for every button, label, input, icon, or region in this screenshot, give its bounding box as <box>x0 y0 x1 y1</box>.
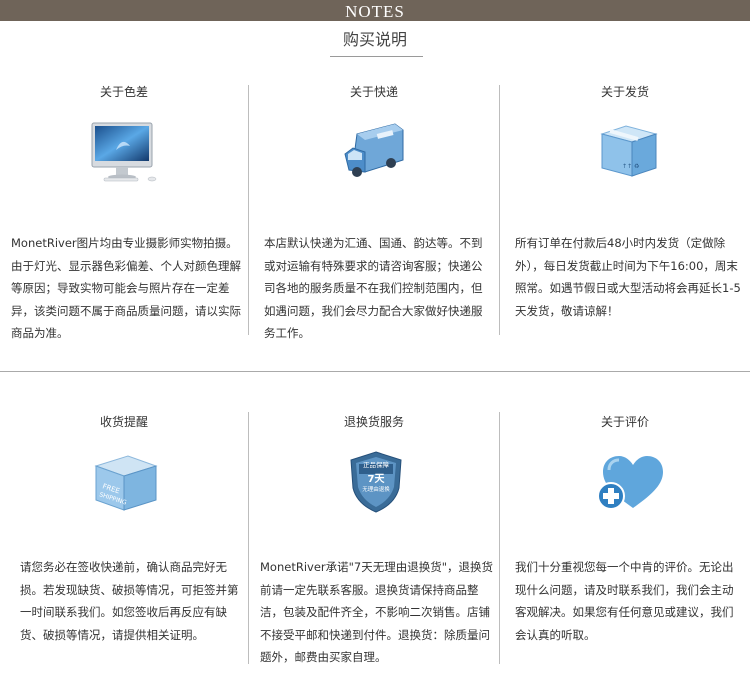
note-returns: 退换货服务 正品保障 7天 无理由退换 MonetRiver承诺"7天无理由退换… <box>249 372 499 696</box>
monitor-icon <box>90 120 162 188</box>
note-express: 关于快递 本店默认快递为汇通、国通、韵达等。不到或对运输有特殊要求的请咨询客服；… <box>249 0 499 371</box>
note-body: MonetRiver承诺"7天无理由退换货"，退换货前请一定先联系客服。退换货请… <box>260 560 494 664</box>
note-receipt-reminder: 收货提醒 FREE SHIPPING 请您务必在签收快递前，确认商品完好无损。若… <box>0 372 248 696</box>
note-title: 关于发货 <box>600 85 649 99</box>
note-body: MonetRiver图片均由专业摄影师实物拍摄。由于灯光、显示器色彩偏差、个人对… <box>11 236 241 340</box>
shield-badge-line-3: 无理由退换 <box>362 487 390 493</box>
note-title: 关于评价 <box>600 415 649 429</box>
note-body: 请您务必在签收快递前，确认商品完好无损。若发现缺货、破损等情况，可拒签并第一时间… <box>20 560 239 642</box>
note-title: 收货提醒 <box>99 415 148 429</box>
note-title: 关于快递 <box>349 85 398 99</box>
package-box-icon: ↑↑ ♻ <box>598 122 660 184</box>
note-color-difference: 关于色差 MonetRiver图片均由专业摄影师实物拍摄。由于灯光、显示器色彩偏… <box>0 0 248 371</box>
note-body: 本店默认快递为汇通、国通、韵达等。不到或对运输有特殊要求的请咨询客服；快递公司各… <box>264 236 483 340</box>
note-title: 退换货服务 <box>343 415 404 429</box>
note-reviews: 关于评价 我们十分重视您每一个中肯的评价。无论出现什么问题，请及时联系我们，我们… <box>500 372 750 696</box>
note-body: 所有订单在付款后48小时内发货（定做除外），每日发货截止时间为下午16:00，周… <box>515 236 741 318</box>
note-body: 我们十分重视您每一个中肯的评价。无论出现什么问题，请及时联系我们，我们会主动客观… <box>515 560 734 642</box>
svg-text:↑↑ ♻: ↑↑ ♻ <box>622 163 639 170</box>
shipping-box-icon: FREE SHIPPING <box>92 452 160 518</box>
delivery-van-icon <box>343 118 407 188</box>
heart-plus-icon <box>595 452 665 514</box>
shield-badge-line-1: 正品保障 <box>363 461 389 469</box>
shield-icon: 正品保障 7天 无理由退换 <box>349 450 403 514</box>
shield-badge-line-2: 7天 <box>367 474 385 485</box>
note-shipping: 关于发货 ↑↑ ♻ 所有订单在付款后48小时内发货（定做除外），每日发货截止时间… <box>500 0 750 371</box>
note-title: 关于色差 <box>99 85 148 99</box>
